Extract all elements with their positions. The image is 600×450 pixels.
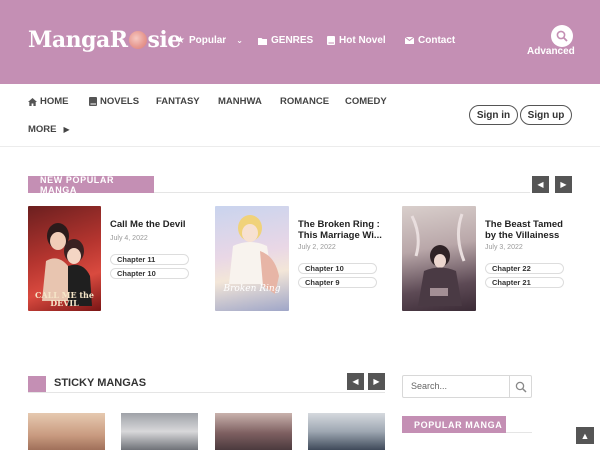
card-date: July 3, 2022 [485,244,523,251]
nav-hot-novel-label: Hot Novel [339,35,386,46]
search-icon [556,30,568,42]
menu-home[interactable]: HOME [28,96,69,107]
nav-contact-label: Contact [418,35,456,46]
new-popular-heading-text: NEW POPULAR MANGA [40,174,115,195]
arrow-up-icon: ▲ [580,430,590,441]
menu-comedy[interactable]: COMEDY [345,96,387,107]
card-title-line: This Marriage Wi... [298,230,382,241]
site-logo[interactable]: MangaR sie [28,26,181,54]
popular-manga-heading: POPULAR MANGA [402,416,506,433]
nav-popular-label: Popular [188,35,227,46]
nav-contact[interactable]: Contact [405,35,455,46]
back-to-top-button[interactable]: ▲ [576,427,594,444]
sticky-next-button[interactable]: ▶ [368,373,385,390]
nav-genres[interactable]: GENRES [258,35,313,46]
nav-genres-label: GENRES [271,35,314,46]
menu-more[interactable]: MORE ▶ [28,124,70,135]
cover-title-text: Broken Ring [223,284,281,294]
sticky-heading-marker [28,376,46,393]
chapter-link[interactable]: Chapter 22 [485,263,564,274]
menu-novels[interactable]: NOVELS [89,96,139,107]
chapter-link[interactable]: Chapter 11 [110,254,189,265]
menu-novels-label: NOVELS [100,96,140,107]
menu-fantasy[interactable]: FANTASY [156,96,200,107]
card-title-line: The Beast Tamed [485,219,563,230]
card-title[interactable]: Call Me the Devil [110,219,205,230]
cover-art [229,215,279,294]
chapter-link[interactable]: Chapter 10 [110,268,189,279]
logo-text-start: MangaR [28,27,128,53]
sign-up-label: Sign up [527,109,565,121]
menu-romance-label: ROMANCE [280,96,330,107]
nav-popular[interactable]: ★ Popular ⌄ [176,35,243,46]
search-icon [515,381,527,393]
caret-right-icon: ▶ [63,125,70,134]
menu-fantasy-label: FANTASY [156,96,200,107]
card-date: July 2, 2022 [298,244,336,251]
cover-title-text: CALL ME the DEVIL [35,290,94,308]
sticky-manga-thumb[interactable] [121,413,198,450]
section-rule [506,432,532,433]
star-icon: ★ [176,35,185,46]
section-rule [154,192,530,193]
chevron-left-icon: ◀ [352,377,359,386]
menu-comedy-label: COMEDY [345,96,387,107]
card-title[interactable]: The Broken Ring : This Marriage Wi... [298,219,383,241]
section-rule [28,392,385,393]
cover-the-beast-tamed[interactable] [402,206,476,311]
menu-manhwa-label: MANHWA [218,96,262,107]
card-title-line: by the Villainess [485,230,560,241]
chapter-link[interactable]: Chapter 10 [298,263,377,274]
sticky-manga-thumb[interactable] [28,413,105,450]
chapter-link[interactable]: Chapter 21 [485,277,564,288]
top-header: MangaR sie ★ Popular ⌄ GENRES Hot Novel C… [0,0,600,84]
cover-art [410,213,466,306]
sign-in-button[interactable]: Sign in [469,105,518,125]
menu-romance[interactable]: ROMANCE [280,96,329,107]
chapter-link[interactable]: Chapter 9 [298,277,377,288]
sticky-manga-thumb[interactable] [308,413,385,450]
sign-in-label: Sign in [476,109,511,121]
advanced-search-link[interactable]: Advanced [527,46,575,57]
chevron-down-icon: ⌄ [236,36,243,45]
new-popular-heading: NEW POPULAR MANGA [28,174,154,195]
header-search-button[interactable] [551,25,573,47]
sidebar-search-button[interactable] [509,376,531,397]
sign-up-button[interactable]: Sign up [520,105,572,125]
sticky-manga-thumb[interactable] [215,413,292,450]
book-icon [89,97,97,106]
chevron-right-icon: ▶ [373,377,380,386]
new-popular-prev-button[interactable]: ◀ [532,176,549,193]
new-popular-next-button[interactable]: ▶ [555,176,572,193]
nav-hot-novel[interactable]: Hot Novel [327,35,386,46]
book-icon [327,36,335,45]
cover-call-me-the-devil[interactable]: CALL ME the DEVIL [28,206,101,311]
sticky-heading: STICKY MANGAS [54,377,147,389]
rose-icon [128,31,147,49]
sidebar-search-input[interactable]: Search... [402,375,532,398]
menu-manhwa[interactable]: MANHWA [218,96,262,107]
card-title-line: The Broken Ring : [298,219,380,230]
folder-icon [258,37,267,45]
chevron-right-icon: ▶ [560,180,567,189]
sticky-prev-button[interactable]: ◀ [347,373,364,390]
card-title[interactable]: The Beast Tamed by the Villainess [485,219,570,241]
chevron-left-icon: ◀ [537,180,544,189]
popular-manga-heading-text: POPULAR MANGA [414,419,503,430]
home-icon [28,97,37,106]
card-date: July 4, 2022 [110,235,148,242]
search-placeholder: Search... [411,381,448,391]
cover-the-broken-ring[interactable]: Broken Ring [215,206,289,311]
envelope-icon [405,37,414,44]
menu-more-label: MORE [28,124,57,135]
menu-home-label: HOME [40,96,69,107]
menu-divider [0,146,600,147]
